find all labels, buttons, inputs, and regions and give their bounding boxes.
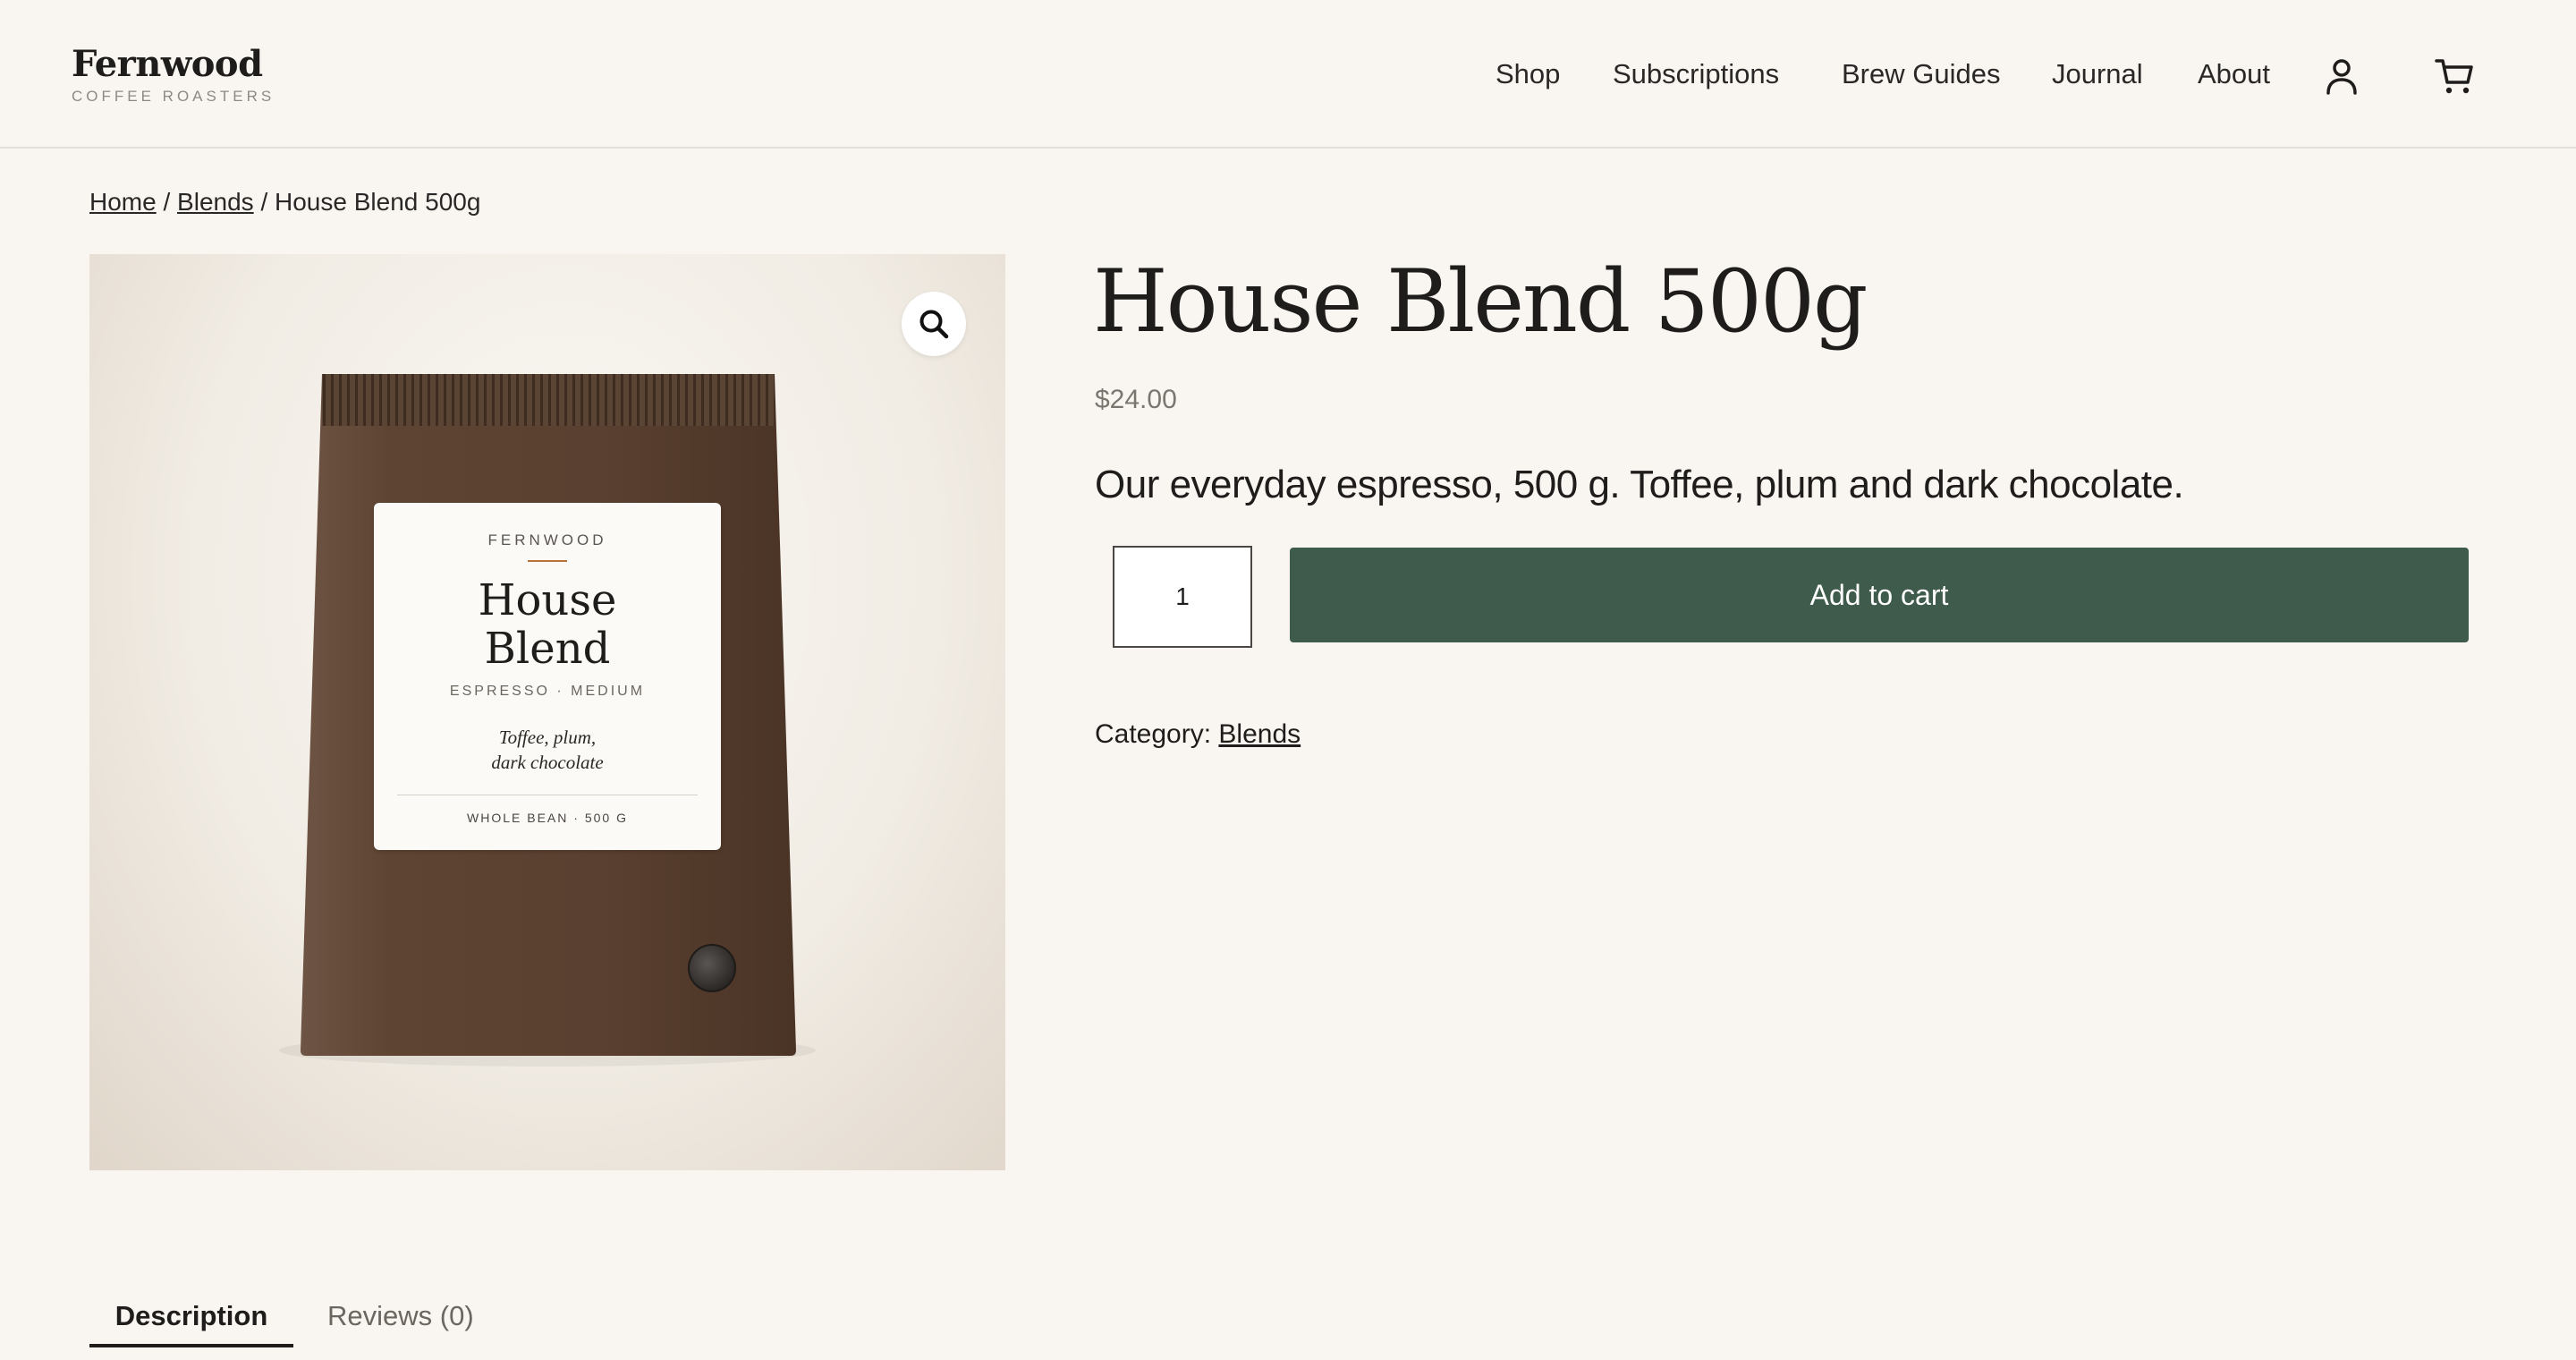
nav-link-subscriptions[interactable]: Subscriptions	[1613, 54, 1779, 95]
breadcrumb: Home / Blends / House Blend 500g	[89, 184, 480, 220]
product-image[interactable]: FERNWOOD House Blend ESPRESSO · MEDIUM T…	[89, 254, 1005, 1170]
bag-label-name-line: Blend	[484, 624, 611, 674]
account-button[interactable]	[2319, 54, 2364, 98]
product-short-description: Our everyday espresso, 500 g. Toffee, pl…	[1095, 463, 2184, 506]
bag-label-name-line: House	[478, 575, 617, 625]
add-to-cart-button[interactable]: Add to cart	[1290, 548, 2469, 642]
brand-name: Fernwood	[72, 43, 263, 85]
nav-link-brew-guides[interactable]: Brew Guides	[1842, 54, 2000, 95]
breadcrumb-blends[interactable]: Blends	[177, 188, 254, 216]
bag-label-footer: WHOLE BEAN · 500 G	[467, 811, 628, 825]
site-logo[interactable]: Fernwood COFFEE ROASTERS	[72, 43, 275, 106]
category-link[interactable]: Blends	[1218, 719, 1301, 749]
breadcrumb-separator: /	[260, 188, 268, 216]
product-price: $24.00	[1095, 385, 1177, 414]
zoom-button[interactable]	[902, 292, 966, 356]
cart-button[interactable]	[2432, 54, 2477, 98]
product-title: House Blend 500g	[1093, 251, 1868, 352]
tab-reviews[interactable]: Reviews (0)	[327, 1288, 474, 1344]
nav-link-about[interactable]: About	[2198, 54, 2270, 95]
bag-label-notes: Toffee, plum, dark chocolate	[374, 725, 721, 775]
bag-label-notes-line: Toffee, plum,	[498, 727, 597, 748]
bag-label-brand: FERNWOOD	[487, 531, 607, 548]
tab-description[interactable]: Description	[89, 1288, 293, 1347]
user-icon	[2326, 59, 2357, 95]
bag-label: FERNWOOD House Blend ESPRESSO · MEDIUM T…	[374, 503, 721, 850]
bag-label-rule	[528, 560, 567, 562]
category-label: Category:	[1095, 719, 1212, 749]
bag-label-notes-line: dark chocolate	[491, 752, 604, 773]
bag-label-roast: ESPRESSO · MEDIUM	[449, 684, 646, 699]
quantity-input[interactable]	[1113, 546, 1252, 648]
breadcrumb-home[interactable]: Home	[89, 188, 157, 216]
cart-icon	[2435, 59, 2473, 94]
breadcrumb-separator: /	[163, 188, 171, 216]
site-header: Fernwood COFFEE ROASTERS Shop Subscripti…	[0, 0, 2576, 149]
nav-link-journal[interactable]: Journal	[2052, 54, 2143, 95]
search-icon	[919, 310, 949, 339]
product-category: Category: Blends	[1095, 719, 1301, 750]
bag-label-name: House Blend	[374, 576, 721, 673]
breadcrumb-current: House Blend 500g	[275, 188, 481, 216]
nav-link-shop[interactable]: Shop	[1496, 54, 1560, 95]
brand-tagline: COFFEE ROASTERS	[72, 88, 275, 105]
